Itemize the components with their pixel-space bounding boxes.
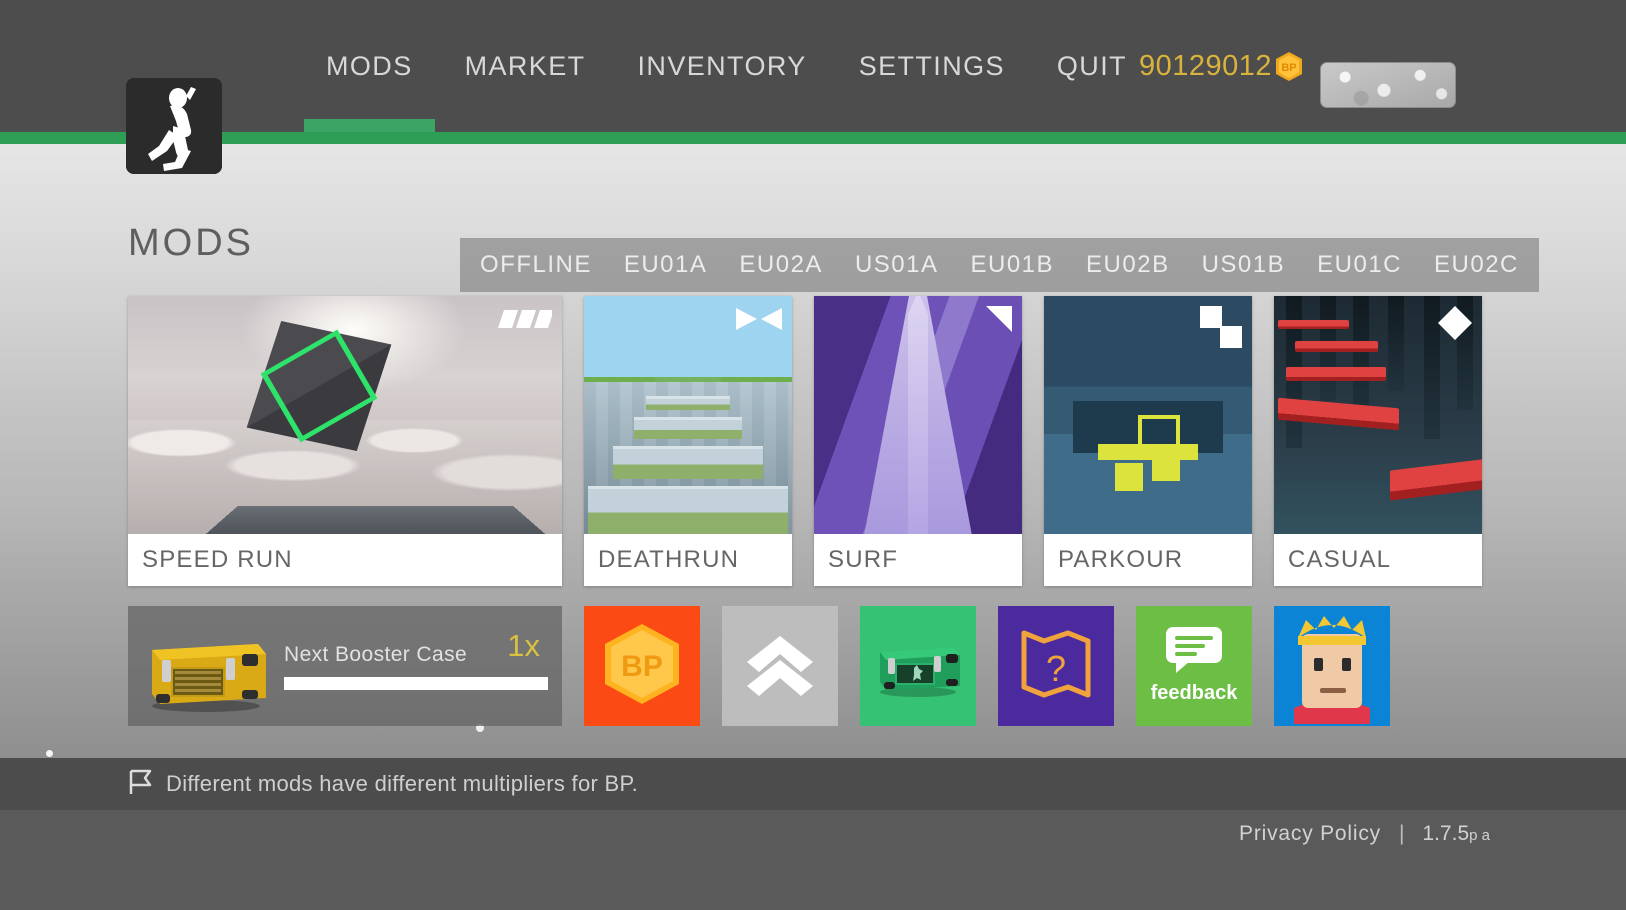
mod-card-speed-run[interactable]: SPEED RUN [128,296,562,586]
two-squares-icon [1200,306,1242,353]
top-navigation-bar: MODS MARKET INVENTORY SETTINGS QUIT 9012… [0,0,1626,132]
game-menu-screen: MODS MARKET INVENTORY SETTINGS QUIT 9012… [0,0,1626,910]
green-case-icon [870,630,966,703]
tip-bar: Different mods have different multiplier… [0,758,1626,810]
double-chevron-up-icon [745,632,815,701]
bp-hex-icon: BP [605,623,679,709]
server-tab-eu01a[interactable]: EU01A [608,251,724,279]
booster-multiplier: 1x [507,628,540,663]
mod-card-label: DEATHRUN [584,534,792,586]
nav-label: SETTINGS [858,50,1005,81]
dust-particle [46,750,53,757]
avatar-chip-icon[interactable] [1320,62,1456,108]
mod-card-casual[interactable]: CASUAL [1274,296,1482,586]
nav-item-inventory[interactable]: INVENTORY [612,0,833,132]
green-case-button[interactable] [860,606,976,726]
server-tab-eu02a[interactable]: EU02A [723,251,839,279]
nav-item-market[interactable]: MARKET [439,0,612,132]
nav-label: INVENTORY [637,50,807,81]
mod-card-label: SPEED RUN [128,534,562,586]
svg-text:?: ? [1046,648,1066,689]
character-button[interactable] [1274,606,1390,726]
mod-card-label: SURF [814,534,1022,586]
nav-item-mods[interactable]: MODS [300,0,439,132]
main-nav: MODS MARKET INVENTORY SETTINGS QUIT [300,0,1153,132]
mod-thumbnail [1044,296,1252,534]
feedback-label: feedback [1150,682,1238,704]
triangle-icon [986,306,1012,337]
server-tab-offline[interactable]: OFFLINE [464,251,608,279]
map-question-icon: ? [1019,625,1093,708]
nav-label: MODS [326,50,413,81]
nav-label: QUIT [1056,50,1128,81]
feedback-button[interactable]: feedback [1136,606,1252,726]
server-tab-us01a[interactable]: US01A [839,251,955,279]
server-tab-eu01c[interactable]: EU01C [1301,251,1418,279]
server-tab-eu02c[interactable]: EU02C [1418,251,1535,279]
server-tab-eu02b[interactable]: EU02B [1070,251,1186,279]
bottom-bar: Privacy Policy | 1.7.5p a [0,810,1626,910]
tip-text: Different mods have different multiplier… [166,771,639,796]
version-label: 1.7.5p a [1422,822,1490,846]
buy-bp-button[interactable]: BP [584,606,700,726]
bp-amount: 90129012 [1138,49,1272,82]
mod-card-list: SPEED RUN DEATHRUN SURF PARKOUR CASUAL [128,296,1482,586]
bp-hex-icon: BP [1276,51,1302,81]
mod-thumbnail [814,296,1022,534]
svg-text:BP: BP [621,650,663,683]
upgrade-button[interactable] [722,606,838,726]
running-man-icon[interactable] [126,78,222,174]
mod-card-label: PARKOUR [1044,534,1252,586]
speech-bubble-icon [1166,627,1222,678]
mod-thumbnail [1274,296,1482,534]
speed-bars-icon [498,306,554,337]
mod-thumbnail [584,296,792,534]
mod-card-label: CASUAL [1274,534,1482,586]
mod-card-deathrun[interactable]: DEATHRUN [584,296,792,586]
page-title: MODS [128,222,254,264]
booster-and-tiles-row: Next Booster Case 1x BP ? feedback [128,606,1390,726]
mod-thumbnail [128,296,562,534]
mod-card-parkour[interactable]: PARKOUR [1044,296,1252,586]
separator: | [1398,822,1405,845]
diamond-icon [1438,306,1472,345]
server-tab-us01b[interactable]: US01B [1186,251,1302,279]
version-suffix: p a [1469,827,1490,844]
server-tabs: OFFLINE EU01A EU02A US01A EU01B EU02B US… [460,238,1539,292]
privacy-policy-link[interactable]: Privacy Policy [1239,822,1381,846]
nav-item-settings[interactable]: SETTINGS [833,0,1031,132]
bp-currency-display[interactable]: 90129012 BP [1139,0,1302,132]
booster-case-panel[interactable]: Next Booster Case 1x [128,606,562,726]
nav-label: MARKET [464,50,586,81]
nav-item-quit[interactable]: QUIT [1031,0,1153,132]
version-number: 1.7.5 [1422,822,1470,845]
flag-icon [128,769,152,800]
map-quest-button[interactable]: ? [998,606,1114,726]
yellow-case-icon [138,620,274,712]
booster-progress-bar [284,676,548,690]
server-tab-eu01b[interactable]: EU01B [954,251,1070,279]
mod-card-surf[interactable]: SURF [814,296,1022,586]
character-avatar-icon [1274,606,1390,726]
page-body: MODS OFFLINE EU01A EU02A US01A EU01B EU0… [0,144,1626,758]
svg-text:BP: BP [1281,62,1296,74]
bowtie-icon [736,306,782,337]
